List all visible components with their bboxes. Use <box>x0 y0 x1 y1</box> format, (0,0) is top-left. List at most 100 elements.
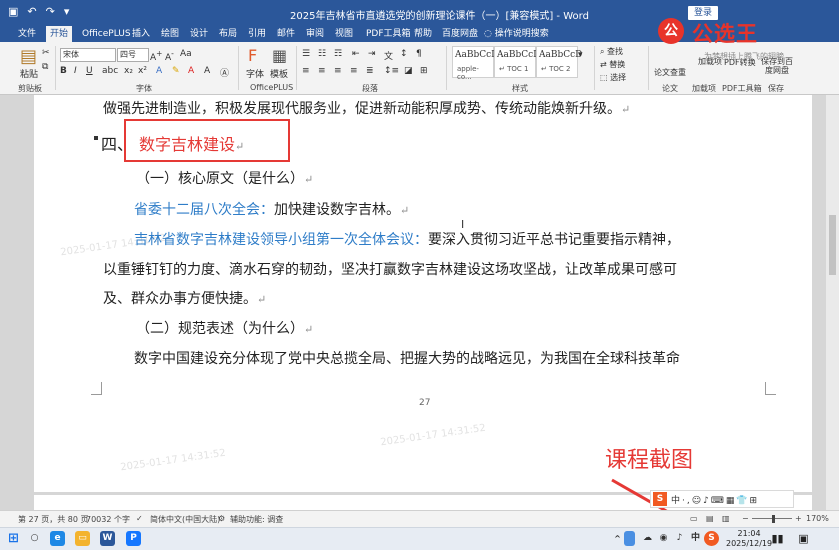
redo-icon[interactable]: ↷ <box>46 5 55 18</box>
tab-review[interactable]: 审阅 <box>302 26 328 42</box>
customize-icon[interactable]: ▾ <box>64 5 70 18</box>
style-toc2[interactable]: AaBbCcD ↵ TOC 2 <box>536 46 582 78</box>
align-right-icon[interactable]: ≡ <box>334 66 342 76</box>
word-count[interactable]: 70032 个字 <box>86 514 130 525</box>
justify-icon[interactable]: ≡ <box>350 66 358 76</box>
text-effects-icon[interactable]: A <box>156 66 162 76</box>
shading-icon[interactable]: ◪ <box>404 66 413 76</box>
tab-draw[interactable]: 绘图 <box>157 26 183 42</box>
tab-layout[interactable]: 布局 <box>215 26 241 42</box>
bold-icon[interactable]: B <box>60 66 67 76</box>
windows-start-icon[interactable]: ⊞ <box>6 531 21 546</box>
page-count[interactable]: 第 27 页，共 80 页 <box>18 514 89 525</box>
copy-icon[interactable]: ⧉ <box>42 62 48 72</box>
font-plus-icon[interactable]: F <box>248 46 257 65</box>
tray-expand-icon[interactable]: ^ <box>610 531 625 546</box>
style-toc1[interactable]: AaBbCcD ↵ TOC 1 <box>494 46 540 78</box>
taskbar: ⊞ ○ e ▭ W P ^ ☁ ◉ ♪ 中 S 21:04 2025/12/19… <box>0 527 839 550</box>
tell-me-search[interactable]: ◌ 操作说明搜索 <box>480 26 553 42</box>
file-explorer-icon[interactable]: ▭ <box>75 531 90 546</box>
web-layout-icon[interactable]: ▥ <box>722 514 730 523</box>
char-shading-icon[interactable]: A <box>204 66 210 76</box>
paper-check-button[interactable]: 论文查重 <box>654 67 686 78</box>
align-left-icon[interactable]: ≡ <box>302 66 310 76</box>
bullets-icon[interactable]: ☰ <box>302 49 310 59</box>
sort-icon[interactable]: ↕ <box>400 49 408 59</box>
multilevel-list-icon[interactable]: ☶ <box>334 49 342 59</box>
tab-baidu-netdisk[interactable]: 百度网盘 <box>438 26 482 42</box>
superscript-icon[interactable]: x² <box>138 66 147 76</box>
ime-tool-icons[interactable]: 中·,☺♪⌨▦👕⊞ <box>671 493 759 506</box>
font-color-icon[interactable]: A <box>188 66 194 76</box>
word-app-icon[interactable]: W <box>100 531 115 546</box>
vertical-scrollbar[interactable] <box>826 95 839 510</box>
cut-icon[interactable]: ✂ <box>42 48 50 58</box>
tab-design[interactable]: 设计 <box>186 26 212 42</box>
tab-references[interactable]: 引用 <box>244 26 270 42</box>
styles-more-icon[interactable]: ▾ <box>578 50 583 60</box>
style-apple[interactable]: AaBbCcI apple-co... <box>452 46 495 81</box>
strikethrough-icon[interactable]: abc <box>102 66 118 76</box>
show-marks-icon[interactable]: ¶ <box>416 49 422 59</box>
accessibility-status[interactable]: 辅助功能: 调查 <box>230 514 283 525</box>
line-spacing-icon[interactable]: ↕≡ <box>384 66 399 76</box>
tray-chart-icon[interactable]: ▮▮ <box>770 531 785 546</box>
replace-button[interactable]: ⇄ 替换 <box>600 59 625 70</box>
font-grow-icon[interactable]: A+ <box>150 49 162 63</box>
select-button[interactable]: ⬚ 选择 <box>600 72 626 83</box>
taskbar-search-icon[interactable]: ○ <box>27 531 42 546</box>
read-mode-icon[interactable]: ▭ <box>690 514 698 523</box>
tab-insert[interactable]: 插入 <box>128 26 154 42</box>
language-indicator[interactable]: 简体中文(中国大陆) <box>150 514 220 525</box>
sogou-icon[interactable]: S <box>653 492 667 506</box>
borders-icon[interactable]: ⊞ <box>420 66 428 76</box>
system-clock[interactable]: 21:04 2025/12/19 <box>726 529 772 549</box>
proofing-icon[interactable]: ✓ <box>136 514 143 523</box>
decrease-indent-icon[interactable]: ⇤ <box>352 49 360 59</box>
italic-icon[interactable]: I <box>74 66 77 76</box>
font-shrink-icon[interactable]: A- <box>165 49 174 63</box>
align-center-icon[interactable]: ≡ <box>318 66 326 76</box>
tray-app-icon[interactable] <box>624 531 635 546</box>
numbering-icon[interactable]: ☷ <box>318 49 326 59</box>
highlight-icon[interactable]: ✎ <box>172 66 180 76</box>
increase-indent-icon[interactable]: ⇥ <box>368 49 376 59</box>
notification-icon[interactable]: ▣ <box>796 531 811 546</box>
tab-officeplus[interactable]: OfficePLUS <box>78 26 135 42</box>
zoom-out-icon[interactable]: − <box>742 514 749 523</box>
tray-volume-icon[interactable]: ♪ <box>672 531 687 546</box>
save-icon[interactable]: ▣ <box>8 5 18 18</box>
tray-sogou-icon[interactable]: S <box>704 531 719 546</box>
print-layout-icon[interactable]: ▤ <box>706 514 714 523</box>
find-button[interactable]: ⌕ 查找 <box>600 46 623 57</box>
edge-browser-icon[interactable]: e <box>50 531 65 546</box>
distributed-icon[interactable]: ≣ <box>366 66 374 76</box>
tab-pdf-toolbox[interactable]: PDF工具箱 <box>362 26 415 42</box>
tray-input-icon[interactable]: 中 <box>688 531 703 546</box>
tab-file[interactable]: 文件 <box>14 26 40 42</box>
zoom-in-icon[interactable]: + <box>795 514 802 523</box>
change-case-icon[interactable]: Aa <box>180 49 192 59</box>
paste-icon[interactable]: ▤ <box>20 46 37 67</box>
font-name-box[interactable]: 宋体 <box>60 48 116 62</box>
chinese-layout-icon[interactable]: 文 <box>384 49 393 62</box>
scrollbar-thumb[interactable] <box>829 215 836 275</box>
tray-network-icon[interactable]: ◉ <box>656 531 671 546</box>
template-icon[interactable]: ▦ <box>272 46 287 65</box>
undo-icon[interactable]: ↶ <box>27 5 36 18</box>
tab-mailings[interactable]: 邮件 <box>273 26 299 42</box>
char-border-icon[interactable]: Ⓐ <box>220 66 229 79</box>
app-p-icon[interactable]: P <box>126 531 141 546</box>
tab-home[interactable]: 开始 <box>46 26 73 42</box>
paragraph-mark: ↵ <box>304 173 314 186</box>
ime-toolbar[interactable]: S 中·,☺♪⌨▦👕⊞ <box>650 490 794 508</box>
tab-help[interactable]: 帮助 <box>410 26 436 42</box>
subscript-icon[interactable]: x₂ <box>124 66 133 76</box>
underline-icon[interactable]: U <box>86 66 93 76</box>
zoom-level[interactable]: 170% <box>806 514 829 523</box>
accessibility-icon[interactable]: ⚙ <box>218 514 225 523</box>
zoom-slider-thumb[interactable] <box>772 515 775 523</box>
tray-cloud-icon[interactable]: ☁ <box>640 531 655 546</box>
font-size-box[interactable]: 四号 <box>117 48 149 62</box>
tab-view[interactable]: 视图 <box>331 26 357 42</box>
